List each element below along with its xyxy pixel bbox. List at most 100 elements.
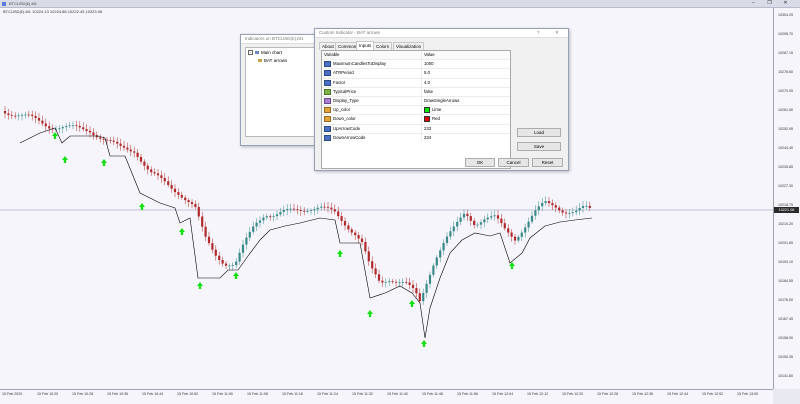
- down-color-swatch: [424, 116, 430, 123]
- candle-body: [218, 255, 221, 261]
- up-arrow-icon: [101, 159, 107, 166]
- close-icon[interactable]: ✕: [781, 0, 790, 7]
- up-arrow-icon: [421, 340, 427, 347]
- minimize-icon[interactable]: –: [749, 0, 758, 7]
- candle-body: [173, 188, 177, 193]
- price-tick-label: 10252.95: [778, 127, 793, 131]
- candle-body: [374, 268, 377, 275]
- input-value[interactable]: 234: [424, 134, 431, 142]
- indicators-window[interactable]: Indicators on BTCUSD(£),M1 − Main chart …: [240, 34, 322, 146]
- candle-body: [347, 225, 350, 230]
- input-value[interactable]: 1000: [424, 60, 434, 68]
- help-icon[interactable]: ?: [537, 29, 540, 37]
- candle-body: [551, 203, 554, 206]
- time-tick-label: 15 Feb 12:36: [632, 392, 654, 396]
- candle-body: [3, 111, 7, 114]
- candle-body: [388, 281, 391, 283]
- dialog-close-icon[interactable]: ✕: [555, 29, 559, 37]
- candle-body: [323, 206, 326, 208]
- candle-body: [201, 216, 204, 227]
- tab-colors[interactable]: Colors: [373, 42, 393, 50]
- input-row[interactable]: DownArrowCode 234: [322, 133, 510, 142]
- candle-body: [238, 252, 241, 262]
- custom-indicator-dialog[interactable]: Custom Indicator - BAT arrows ? ✕ About …: [314, 28, 569, 171]
- input-value[interactable]: Lime: [432, 106, 441, 114]
- time-tick-label: 15 Feb 12:20: [562, 392, 584, 396]
- up-arrow-icon: [179, 228, 185, 235]
- ok-button[interactable]: OK: [465, 158, 495, 167]
- candle-body: [177, 192, 180, 195]
- candle-body: [61, 127, 64, 129]
- input-row[interactable]: Down_color Red: [322, 115, 510, 125]
- input-value[interactable]: false: [424, 88, 433, 96]
- save-button[interactable]: Save: [517, 142, 561, 151]
- up-color-swatch: [424, 107, 430, 114]
- candle-body: [483, 219, 486, 223]
- load-button[interactable]: Load: [517, 128, 561, 137]
- candle-body: [537, 206, 540, 211]
- candle-body: [248, 231, 251, 238]
- candle-body: [105, 139, 109, 141]
- input-row[interactable]: MaximumCandlesToDisplay 1000: [322, 60, 510, 70]
- time-tick-label: 15 Feb 13:00: [737, 392, 759, 396]
- color-variable-icon: [324, 107, 331, 114]
- inputs-grid[interactable]: Variable Value MaximumCandlesToDisplay 1…: [321, 50, 511, 169]
- input-row[interactable]: UpArrowCode 233: [322, 124, 510, 134]
- input-row[interactable]: Factor 4.0: [322, 78, 510, 88]
- time-tick-label: 15 Feb 12:04: [492, 392, 514, 396]
- input-row[interactable]: TypicalPrice false: [322, 87, 510, 97]
- candle-body: [394, 281, 398, 283]
- candle-body: [316, 207, 319, 210]
- candle-body: [490, 216, 493, 218]
- candle-body: [299, 210, 302, 211]
- input-value[interactable]: 233: [424, 125, 431, 133]
- price-tick-label: 10201.65: [778, 241, 793, 245]
- candle-body: [330, 207, 333, 210]
- candle-body: [71, 125, 75, 127]
- candle-body: [425, 283, 428, 293]
- price-axis[interactable]: 10304.25 10295.70 10287.15 10278.60 10270.05…: [773, 8, 800, 389]
- candle-body: [534, 210, 537, 216]
- time-tick-label: 15 Feb 11:32: [352, 392, 373, 396]
- up-arrow-icon: [337, 250, 343, 257]
- restore-icon[interactable]: ❐: [765, 0, 774, 7]
- tab-inputs[interactable]: Inputs: [356, 41, 375, 50]
- candle-body: [554, 205, 557, 208]
- indicator-tree[interactable]: − Main chart BAT arrows: [245, 47, 315, 137]
- price-tick-label: 10141.80: [778, 374, 793, 378]
- candle-body: [27, 114, 30, 116]
- input-value[interactable]: DrawSingleArrows: [424, 97, 459, 105]
- input-row[interactable]: Display_Type DrawSingleArrows: [322, 96, 510, 107]
- input-row[interactable]: Up_color Lime: [322, 106, 510, 116]
- tree-item-bat-arrows[interactable]: BAT arrows: [258, 58, 287, 63]
- variable-icon: [324, 61, 331, 68]
- candle-body: [286, 209, 289, 211]
- candle-body: [428, 274, 432, 284]
- tab-visualization[interactable]: Visualization: [393, 42, 425, 50]
- candle-body: [170, 184, 173, 189]
- price-tick-label: 10150.35: [778, 355, 793, 359]
- window-titlebar: BTCUSD(£),M1 – ❐ ✕: [0, 0, 800, 8]
- candle-body: [82, 127, 85, 130]
- cancel-button[interactable]: Cancel: [498, 158, 529, 167]
- candle-body: [44, 123, 47, 127]
- input-value[interactable]: 4.0: [424, 79, 430, 87]
- input-row[interactable]: ATRPeriod 5.0: [322, 69, 510, 79]
- candle-body: [10, 114, 13, 116]
- time-axis[interactable]: 15 Feb 2020 15 Feb 10:20 15 Feb 10:28 15 Fe…: [0, 389, 773, 404]
- input-value[interactable]: Red: [432, 115, 440, 123]
- time-tick-label: 15 Feb 10:20: [37, 392, 59, 396]
- input-value[interactable]: 5.0: [424, 69, 430, 77]
- candle-body: [527, 221, 530, 228]
- time-tick-label: 15 Feb 11:00: [212, 392, 233, 396]
- candle-body: [469, 216, 472, 221]
- reset-button[interactable]: Reset: [532, 158, 563, 167]
- candle-body: [153, 172, 156, 174]
- candle-body: [354, 232, 357, 236]
- tree-item-main-chart[interactable]: − Main chart: [248, 50, 282, 55]
- collapse-icon[interactable]: −: [248, 50, 253, 55]
- candle-body: [432, 265, 435, 275]
- candle-body: [7, 113, 10, 115]
- candle-body: [17, 115, 20, 117]
- candle-body: [439, 250, 442, 258]
